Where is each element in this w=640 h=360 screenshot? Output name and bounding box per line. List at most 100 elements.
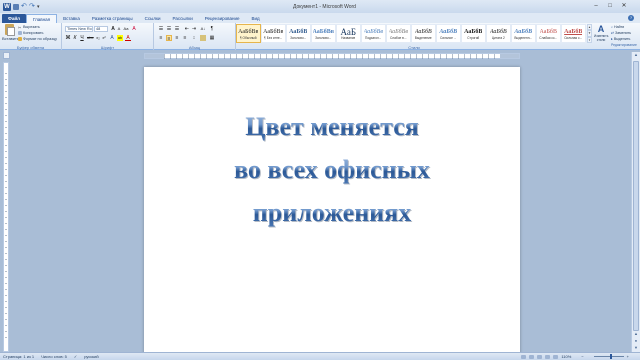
replace-icon: ⇄ [611,31,615,35]
view-web-icon[interactable] [537,354,543,359]
maximize-button[interactable]: □ [603,0,617,11]
zoom-level[interactable]: 110% [561,354,571,359]
bullets-icon[interactable]: ☰ [158,26,164,32]
ruler-tab-selector[interactable] [3,52,10,59]
paste-icon [4,24,15,36]
shrink-font-icon[interactable]: A [116,26,122,32]
brush-icon [18,37,22,41]
line-spacing-icon[interactable]: ↕ [191,35,197,41]
copy-icon [18,31,22,35]
horizontal-ruler[interactable] [144,53,520,59]
binoculars-icon: ⌕ [611,25,614,29]
view-draft-icon[interactable] [553,354,559,359]
undo-icon[interactable]: ↶ [21,3,27,10]
cut-button[interactable]: ✂ Вырезать [18,25,40,30]
paste-button[interactable]: Вставить [2,24,19,43]
help-icon[interactable]: ? [628,15,634,21]
underline-icon[interactable]: Ч [79,35,85,41]
tab-review[interactable]: Рецензирование [199,14,246,23]
font-group-label: Шрифт [100,45,115,50]
text-effects-icon[interactable]: A [109,35,115,41]
clipboard-group-label: Буфер обмена [16,45,45,50]
align-right-icon[interactable]: ≡ [174,35,180,41]
tab-home[interactable]: Главная [25,14,58,23]
ruler-right-margin [500,54,519,58]
font-size-select[interactable]: 48 [94,26,108,32]
tab-page-layout[interactable]: Разметка страницы [86,14,139,23]
zoom-slider[interactable] [593,354,624,359]
paragraph-group: ☰ ☰ ☰ ⇤ ⇥ А↓ ¶ ≡ ≡ ≡ ≡ ↕ ▦ Абзац [154,23,236,50]
font-name-select[interactable]: Times New Ro [65,26,93,32]
bold-icon[interactable]: Ж [65,35,71,41]
customize-qat-icon[interactable]: ▾ [37,4,43,10]
change-styles-button[interactable]: A Изменить стили [594,24,608,43]
tab-view[interactable]: Вид [245,14,265,23]
document-page[interactable]: Цвет меняется во всех офисных приложения… [144,67,520,354]
prev-page-icon[interactable]: ▲ [632,331,640,338]
language[interactable]: русский [84,354,98,359]
ruler-ticks [164,54,500,59]
status-bar: Страница: 1 из 1 Число слов: 5 ✓ русский… [0,352,640,360]
increase-indent-icon[interactable]: ⇥ [191,26,197,32]
view-print-layout-icon[interactable] [521,354,527,359]
quick-access-toolbar: W ↶ ↷ ▾ [0,2,60,11]
next-page-icon[interactable]: ▼ [632,345,640,352]
align-center-icon[interactable]: ≡ [166,35,172,42]
change-case-icon[interactable]: Аа [123,26,129,32]
vertical-scrollbar[interactable]: ▲ ▲ ● ▼ [631,52,640,352]
borders-icon[interactable]: ▦ [209,35,215,41]
document-body[interactable]: Цвет меняется во всех офисных приложения… [144,105,520,234]
styles-group-label: Стили [408,45,420,50]
ruler-left-margin [145,54,164,58]
scroll-thumb[interactable] [633,61,639,331]
document-line: Цвет меняется [144,105,520,148]
close-button[interactable]: ✕ [617,0,631,11]
select-icon: ▸ [611,37,613,41]
clear-format-icon[interactable]: A [131,26,137,32]
shading-icon[interactable] [200,35,206,41]
editing-group: ⌕ Найти ⇄ Заменить ▸ Выделить Редактировани… [611,24,640,48]
copy-button[interactable]: Копировать [18,31,43,35]
browse-object-icon[interactable]: ● [632,338,640,345]
strikethrough-icon[interactable]: abe [87,35,94,41]
decrease-indent-icon[interactable]: ⇤ [184,26,190,32]
vertical-ruler[interactable] [3,62,9,352]
vertical-ruler-ticks [5,73,7,341]
redo-icon[interactable]: ↷ [29,3,35,10]
numbering-icon[interactable]: ☰ [166,26,172,32]
paragraph-group-label: Абзац [188,45,201,50]
scroll-up-icon[interactable]: ▲ [632,52,640,59]
show-formatting-icon[interactable]: ¶ [209,26,215,32]
tab-references[interactable]: Ссылки [139,14,167,23]
zoom-out-icon[interactable]: − [581,354,583,359]
view-full-screen-icon[interactable] [529,354,535,359]
align-left-icon[interactable]: ≡ [158,35,164,41]
font-color-icon[interactable]: A [125,35,131,41]
tab-mailings[interactable]: Рассылки [167,14,199,23]
editing-group-label: Редактирование [611,43,637,47]
document-line: во всех офисных [144,148,520,191]
view-outline-icon[interactable] [545,354,551,359]
multilevel-list-icon[interactable]: ☰ [174,26,180,32]
save-icon[interactable] [13,3,19,10]
word-count[interactable]: Число слов: 5 [41,354,67,359]
document-line: приложениях [144,191,520,234]
word-app-icon[interactable]: W [3,2,11,11]
highlight-icon[interactable]: ab [117,35,123,41]
font-group: Times New Ro 48 A A Аа A Ж К Ч abe x₂ x²… [62,23,154,50]
tab-insert[interactable]: Вставка [57,14,86,23]
styles-group: Стили [236,23,592,50]
change-styles-icon: A [597,24,605,34]
minimize-button[interactable]: – [589,0,603,11]
superscript-icon[interactable]: x² [101,35,107,41]
paste-label: Вставить [2,36,19,41]
spellcheck-icon[interactable]: ✓ [74,354,77,359]
page-count[interactable]: Страница: 1 из 1 [3,354,34,359]
zoom-in-icon[interactable]: + [627,354,629,359]
justify-icon[interactable]: ≡ [182,35,188,41]
sort-icon[interactable]: А↓ [200,26,206,32]
format-painter-button[interactable]: Формат по образцу [18,37,57,41]
italic-icon[interactable]: К [72,35,78,41]
tab-file[interactable]: Файл [2,14,26,23]
window-title: Документ1 - Microsoft Word [293,3,356,10]
